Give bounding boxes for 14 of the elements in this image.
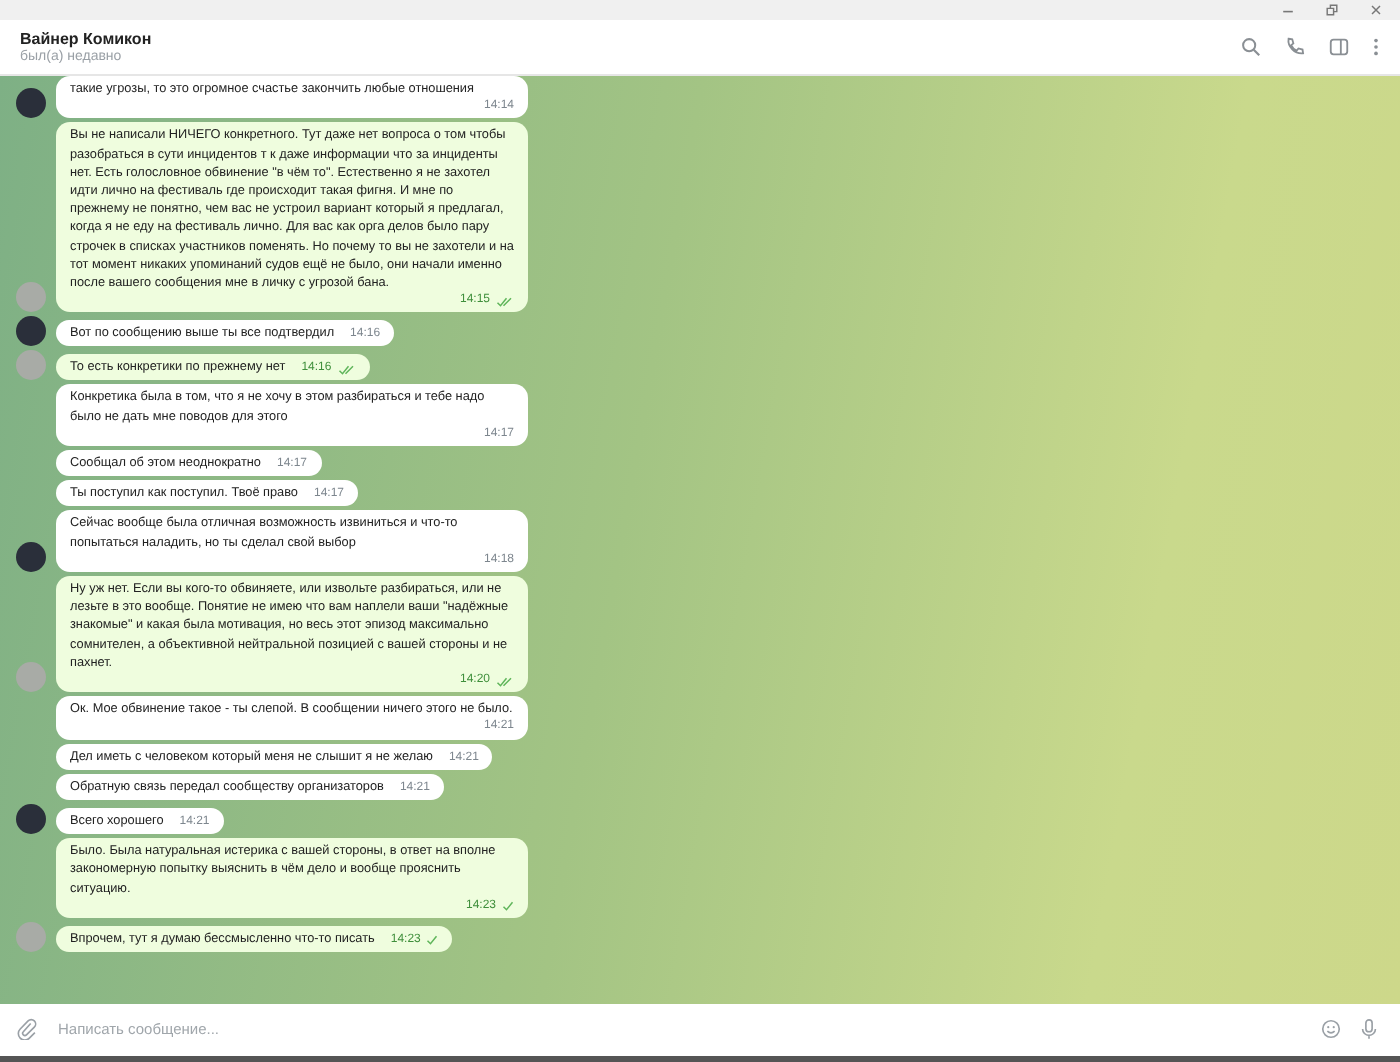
smiley-icon[interactable] [1320, 1017, 1342, 1039]
avatar[interactable] [16, 804, 46, 835]
paperclip-icon[interactable] [16, 1017, 38, 1039]
avatar[interactable] [16, 88, 46, 119]
sidebar-toggle-icon[interactable] [1328, 36, 1350, 58]
microphone-icon[interactable] [1358, 1017, 1380, 1039]
avatar[interactable] [16, 316, 46, 347]
contact-name[interactable]: Вайнер Комикон [20, 30, 152, 48]
avatar[interactable] [16, 542, 46, 573]
search-icon[interactable] [1240, 36, 1262, 58]
close-icon[interactable] [1368, 2, 1384, 18]
phone-icon[interactable] [1284, 36, 1306, 58]
more-options-icon[interactable] [1372, 36, 1380, 58]
restore-icon[interactable] [1324, 2, 1340, 18]
